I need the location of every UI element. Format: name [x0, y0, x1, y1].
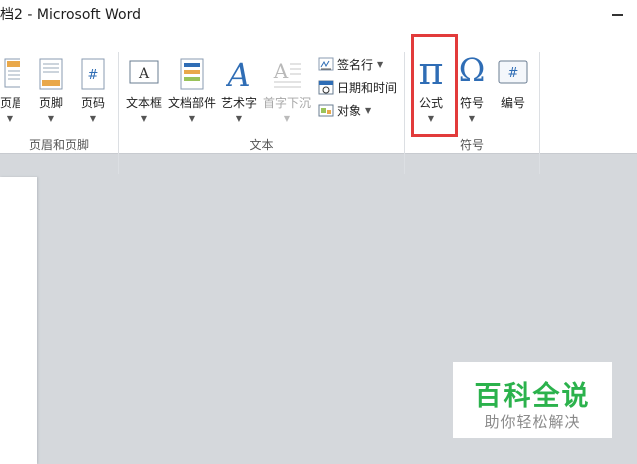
- header-label: 页眉: [0, 96, 20, 110]
- dropdown-arrow-icon: ▼: [377, 59, 384, 69]
- signature-icon: [318, 57, 334, 71]
- footer-label: 页脚: [38, 96, 63, 110]
- dropdown-arrow-icon: ▼: [365, 105, 372, 115]
- watermark: 百科全说 助你轻松解决: [453, 362, 612, 438]
- svg-text:A: A: [138, 66, 150, 82]
- group-label-header-footer: 页眉和页脚: [28, 138, 89, 152]
- drop-cap-icon: A: [273, 59, 301, 88]
- date-time-button[interactable]: 日期和时间: [318, 77, 397, 97]
- quick-parts-label: 文档部件: [167, 96, 216, 110]
- object-icon: [318, 104, 334, 117]
- header-icon: [4, 58, 20, 88]
- object-label: 对象: [337, 103, 362, 118]
- object-button[interactable]: 对象 ▼: [318, 100, 371, 120]
- dropdown-arrow-icon: ▼: [235, 114, 243, 123]
- page-number-label: 页码: [80, 96, 105, 110]
- omega-icon: Ω: [458, 51, 486, 89]
- ribbon: 页眉 ▼ 页脚 ▼ # 页码 ▼ A 文本框 ▼ 文档部件 ▼ A 艺术字 ▼ …: [0, 30, 637, 174]
- page-number-icon: #: [81, 58, 105, 90]
- watermark-title: 百科全说: [474, 381, 591, 412]
- highlight-box: [411, 34, 458, 137]
- hash-symbol: #: [88, 68, 99, 83]
- svg-text:A: A: [226, 58, 251, 90]
- group-separator: [404, 52, 405, 174]
- textbox-icon: A: [129, 60, 159, 84]
- number-icon: #: [498, 60, 528, 84]
- dropdown-arrow-icon: ▼: [140, 114, 148, 123]
- document-page[interactable]: [0, 177, 37, 464]
- dropdown-arrow-icon: ▼: [89, 114, 97, 123]
- window-title: 档2 - Microsoft Word: [0, 7, 142, 23]
- date-time-label: 日期和时间: [337, 80, 398, 95]
- dropdown-arrow-icon: ▼: [468, 114, 476, 123]
- signature-line-label: 签名行: [337, 57, 374, 72]
- wordart-icon: A: [226, 58, 251, 90]
- dropdown-arrow-icon: ▼: [6, 114, 14, 123]
- dropdown-arrow-icon: ▼: [47, 114, 55, 123]
- group-label-text: 文本: [249, 138, 274, 152]
- dropdown-arrow-icon: ▼: [188, 114, 196, 123]
- svg-text:A: A: [273, 59, 289, 83]
- numbering-label: 编号: [500, 96, 525, 110]
- title-bar: 档2 - Microsoft Word: [0, 0, 637, 30]
- wordart-label: 艺术字: [220, 96, 257, 110]
- watermark-subtitle: 助你轻松解决: [484, 413, 581, 431]
- minimize-button[interactable]: [612, 14, 623, 16]
- quick-parts-icon: [180, 58, 204, 90]
- textbox-label: 文本框: [125, 96, 162, 110]
- group-label-symbols: 符号: [459, 138, 484, 152]
- calendar-icon: [318, 80, 334, 95]
- group-separator: [118, 52, 119, 174]
- hash-symbol: #: [508, 66, 519, 81]
- group-separator: [539, 52, 540, 174]
- dropdown-arrow-icon: ▼: [283, 114, 291, 123]
- signature-line-button[interactable]: 签名行 ▼: [318, 54, 383, 74]
- symbol-label: 符号: [459, 96, 484, 110]
- drop-cap-label: 首字下沉: [262, 96, 311, 110]
- footer-icon: [39, 58, 63, 90]
